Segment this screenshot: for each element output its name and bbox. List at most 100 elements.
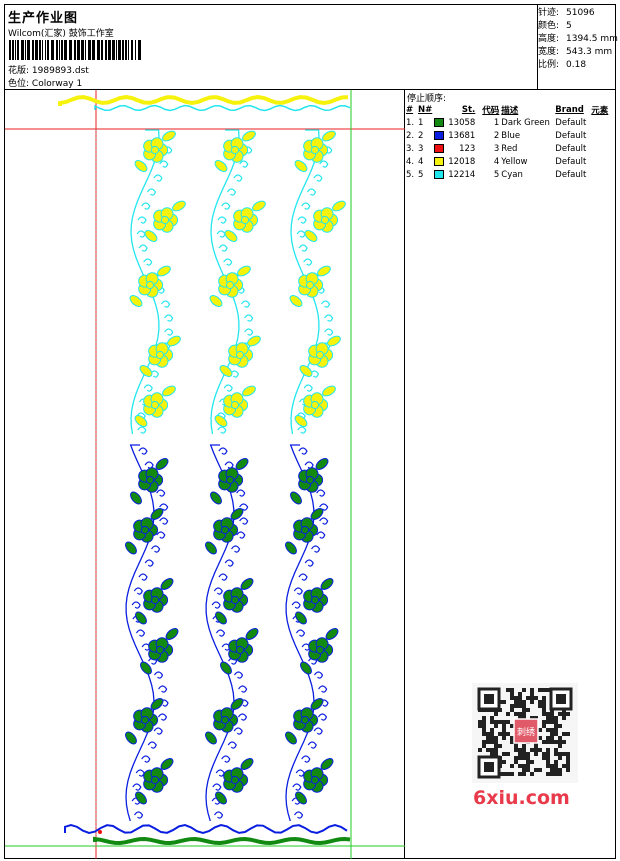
curl <box>217 216 227 224</box>
curl <box>313 671 324 679</box>
curl <box>153 174 163 182</box>
curl <box>293 811 304 819</box>
curl <box>144 461 154 469</box>
curl <box>295 629 306 637</box>
curl <box>135 769 145 777</box>
leaf <box>144 230 158 242</box>
leaf <box>332 200 346 212</box>
row-brand: Default <box>555 117 587 128</box>
curl <box>239 517 249 525</box>
curl <box>137 426 147 434</box>
barcode-bar <box>118 40 121 60</box>
curl <box>244 328 254 336</box>
leaf <box>242 130 256 142</box>
leaf <box>242 385 256 397</box>
stats-panel: 针迹: 51096 颜色: 5 高度: 1394.5 mm 宽度: 543.3 mm 比… <box>538 7 618 72</box>
barcode-bar <box>131 40 133 60</box>
color-swatch <box>434 117 445 127</box>
barcode-bar <box>69 40 72 60</box>
curl <box>292 783 302 791</box>
design-file-label: 花版: <box>8 66 30 76</box>
stat-width: 宽度: 543.3 mm <box>538 47 613 57</box>
curl <box>157 713 168 721</box>
curl <box>237 713 248 721</box>
row-stitches: 13058 <box>448 117 476 128</box>
curl <box>138 447 148 455</box>
green-flower <box>148 637 174 663</box>
green-flower <box>303 767 329 793</box>
row-swatch <box>433 155 447 168</box>
curl <box>138 573 148 581</box>
curl <box>216 230 226 238</box>
color-swatch <box>434 156 445 166</box>
curl <box>297 426 307 434</box>
curl <box>153 727 163 735</box>
leaf <box>172 200 186 212</box>
barcode-bar <box>45 40 46 60</box>
leaf <box>140 661 152 675</box>
curl <box>138 244 148 252</box>
curl <box>226 188 237 196</box>
qr-code-icon: 刺绣 <box>472 683 578 783</box>
barcode-bar <box>64 40 67 60</box>
curl <box>295 769 305 777</box>
barcode-bar <box>135 40 136 60</box>
yellow-flower <box>228 342 254 368</box>
barcode-bar <box>39 40 41 60</box>
row-description: Red <box>501 143 518 154</box>
leaf <box>299 365 313 377</box>
leaf <box>247 335 261 347</box>
curl <box>227 741 237 749</box>
curl <box>131 601 141 609</box>
curl <box>213 587 223 595</box>
yellow-flower <box>143 137 169 163</box>
barcode-bar <box>59 40 60 60</box>
row-number: 1. <box>406 117 415 128</box>
color-swatch <box>434 169 445 179</box>
barcode-bar <box>42 40 43 60</box>
top-border-cyan <box>94 104 351 112</box>
leaf <box>322 130 336 142</box>
row-n: 4 <box>418 156 424 167</box>
leaf <box>220 661 232 675</box>
curl <box>141 755 151 763</box>
curl <box>316 531 326 539</box>
row-code: 2 <box>493 130 500 141</box>
curl <box>244 314 254 322</box>
leaf <box>290 491 302 505</box>
barcode-bar <box>122 40 124 60</box>
curl <box>241 300 251 308</box>
design-file-value: 1989893.dst <box>31 66 89 76</box>
barcode-bar <box>88 40 91 60</box>
barcode-bar <box>77 40 80 60</box>
barcode-bar <box>138 40 141 60</box>
embroidery-preview <box>5 90 405 859</box>
colorway-value: Colorway 1 <box>31 79 83 89</box>
watermark-text: 6xiu.com <box>473 787 570 809</box>
green-flower <box>143 767 169 793</box>
row-element <box>590 155 614 168</box>
leaf <box>322 385 336 397</box>
color-row: 5. 5 12214 5 Cyan Default <box>405 168 614 181</box>
row-element <box>590 168 614 181</box>
color-swatch <box>434 130 445 140</box>
yellow-flower <box>138 272 164 298</box>
leaf <box>224 230 238 242</box>
barcode-bar <box>9 40 11 60</box>
yellow-flower <box>233 207 259 233</box>
curl <box>218 447 228 455</box>
stat-scale: 比例: 0.18 <box>538 60 587 70</box>
leaf <box>167 335 181 347</box>
green-flower <box>223 587 249 613</box>
curl <box>238 685 248 693</box>
curl <box>224 559 234 567</box>
curl <box>218 244 228 252</box>
curl <box>304 461 314 469</box>
curl <box>297 216 307 224</box>
curl <box>164 328 174 336</box>
barcode-bar <box>35 40 38 60</box>
curl <box>143 258 153 266</box>
curl <box>156 489 166 497</box>
green-flower <box>228 637 254 663</box>
yellow-flower <box>303 392 329 418</box>
